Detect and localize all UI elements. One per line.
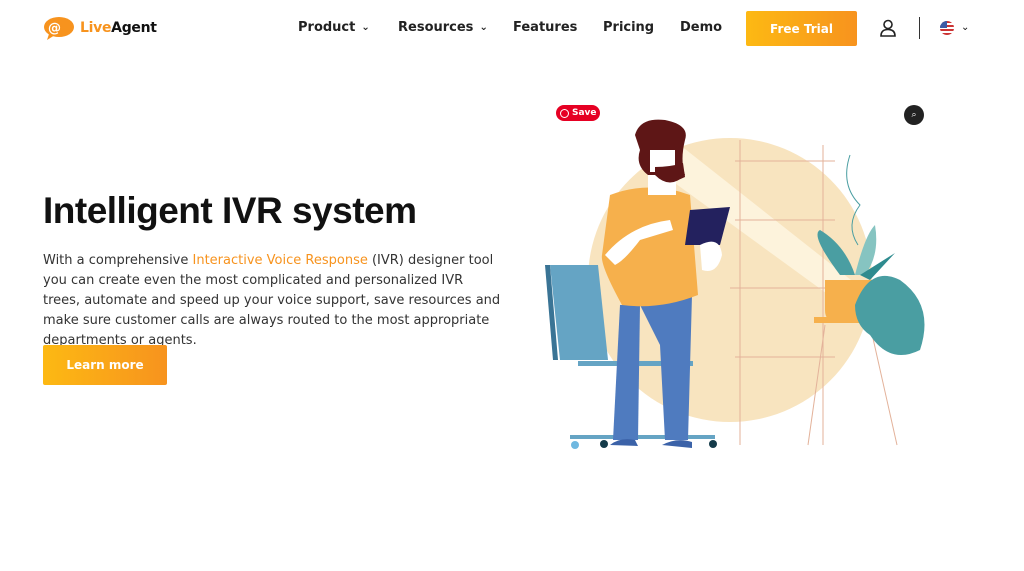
logo-bubble-icon: @ bbox=[44, 17, 74, 40]
nav-label: Demo bbox=[680, 20, 723, 35]
ivr-link[interactable]: Interactive Voice Response bbox=[193, 253, 368, 268]
nav-label: Resources bbox=[398, 20, 474, 35]
nav-product[interactable]: Product ⌄ bbox=[298, 20, 370, 35]
svg-text:@: @ bbox=[48, 21, 61, 36]
logo[interactable]: @ LiveAgent bbox=[43, 16, 157, 40]
hero-illustration bbox=[545, 119, 925, 449]
nav-label: Product bbox=[298, 20, 356, 35]
nav-label: Pricing bbox=[603, 20, 655, 35]
nav-pricing[interactable]: Pricing bbox=[603, 20, 654, 35]
nav-resources[interactable]: Resources ⌄ bbox=[398, 20, 488, 35]
pinterest-save-button[interactable]: Save bbox=[556, 105, 600, 121]
desc-text: With a comprehensive bbox=[43, 253, 193, 268]
nav-features[interactable]: Features bbox=[513, 20, 577, 35]
nav-label: Features bbox=[513, 20, 578, 35]
learn-more-button[interactable]: Learn more bbox=[43, 345, 167, 385]
page-title: Intelligent IVR system bbox=[43, 190, 417, 231]
hero-description: With a comprehensive Interactive Voice R… bbox=[43, 251, 503, 351]
nav-demo[interactable]: Demo bbox=[680, 20, 722, 35]
logo-text-agent: Agent bbox=[111, 20, 157, 36]
free-trial-button[interactable]: Free Trial bbox=[746, 11, 857, 46]
chevron-down-icon: ⌄ bbox=[479, 22, 488, 33]
user-icon[interactable] bbox=[879, 19, 897, 37]
us-flag-icon[interactable] bbox=[940, 21, 954, 35]
divider bbox=[919, 17, 920, 39]
chevron-down-icon: ⌄ bbox=[361, 22, 370, 33]
pin-label: Save bbox=[572, 108, 597, 118]
logo-text-live: Live bbox=[80, 20, 112, 36]
visual-search-icon[interactable]: ⌕ bbox=[904, 105, 924, 125]
pinterest-icon bbox=[560, 108, 569, 118]
chevron-down-icon[interactable]: ⌄ bbox=[961, 22, 969, 33]
